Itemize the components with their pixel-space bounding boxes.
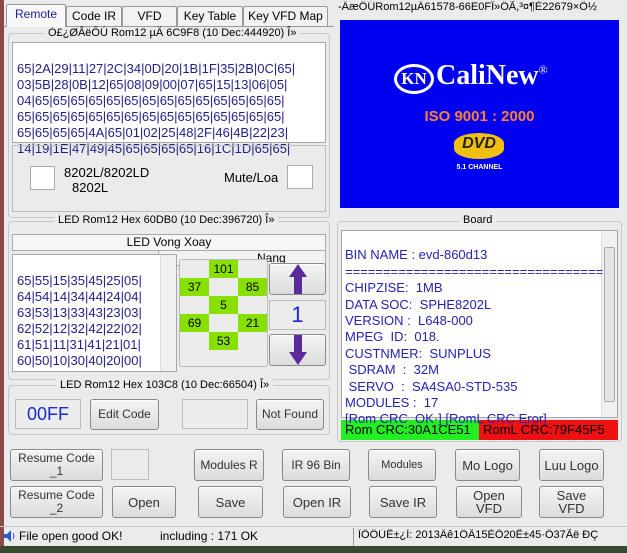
hex-row: 03|5B|28|0B|12|65|08|09|00|07|65|15|13|0…: [17, 77, 288, 92]
segment-bottom[interactable]: 53: [209, 332, 238, 350]
segment-upper-right[interactable]: 85: [238, 278, 267, 296]
status-separator: [353, 528, 354, 546]
open-ir-button[interactable]: Open IR: [283, 486, 351, 518]
mo-logo-button[interactable]: Mo Logo: [455, 449, 520, 481]
chip-label: 8202L/8202LD 8202L: [64, 165, 149, 195]
dvd-logo: DVD: [454, 133, 504, 159]
board-group-title: Board: [459, 214, 497, 226]
mute-label: Mute/Loa: [224, 170, 279, 185]
logo-iso: ISO 9001 : 2000: [424, 108, 535, 125]
save-vfd-button[interactable]: Save VFD: [539, 486, 604, 518]
chip-checkbox[interactable]: [30, 166, 55, 190]
board-line: MODULES : 17: [345, 394, 439, 410]
not-found-button[interactable]: Not Found: [256, 399, 324, 430]
window-border: [0, 0, 4, 546]
tab-vfd[interactable]: VFD: [122, 6, 177, 26]
board-crc-summary-line: [Rom CRC OK·] [RomL CRC Eror]: [345, 411, 547, 427]
segment-upper-left[interactable]: 37: [180, 278, 209, 296]
mute-checkbox[interactable]: [287, 165, 313, 189]
status-divider: [0, 526, 627, 527]
segment-top[interactable]: 101: [209, 260, 238, 278]
remote-group-title: Ò£¿ØÂëÔÚ Rom12 µÄ 6C9F8 (10 Dec:444920) …: [44, 27, 301, 39]
led-hex-list[interactable]: 65|55|15|35|45|25|05| 64|54|14|34|44|24|0…: [12, 254, 177, 372]
tab-code-ir[interactable]: Code IR: [66, 6, 122, 26]
logo-mark: KN: [394, 64, 434, 94]
board-line: SDRAM : 32M: [345, 362, 439, 378]
open-vfd-button[interactable]: Open VFD: [456, 486, 522, 518]
hex-row: 65|65|65|65|4A|65|01|02|25|48|2F|46|4B|2…: [17, 125, 289, 140]
led-row: 65|55|15|35|45|25|05|: [17, 273, 142, 288]
led-counter: 1: [269, 300, 326, 330]
logo-channel: 5.1 CHANNEL: [456, 164, 503, 171]
led-row: 62|52|12|32|42|22|02|: [17, 321, 142, 336]
logo-brand: CaliNew®: [436, 60, 548, 91]
board-line: CHIPZISE: 1MB: [345, 280, 443, 296]
label: _2: [49, 501, 64, 515]
chip-line2: 8202L: [72, 180, 109, 195]
label: VFD: [558, 501, 585, 516]
remote-hex-list[interactable]: 65|2A|29|11|27|2C|34|0D|20|1B|1F|35|2B|0…: [12, 42, 326, 156]
save-button[interactable]: Save: [198, 486, 263, 518]
hex-row: 65|2A|29|11|27|2C|34|0D|20|1B|1F|35|2B|0…: [17, 61, 296, 76]
board-line: DATA SOC: SPHE8202L: [345, 296, 492, 312]
hex-row: 04|65|65|65|65|65|65|65|65|65|65|65|65|6…: [17, 93, 285, 108]
segment-lower-left[interactable]: 69: [180, 314, 209, 332]
resume-blank-field: [111, 449, 149, 480]
segment-middle[interactable]: 5: [209, 296, 238, 314]
led-group-title: LED Rom12 Hex 60DB0 (10 Dec:396720) Î»: [54, 214, 279, 226]
led-row: 61|51|11|31|41|21|01|: [17, 337, 141, 352]
status-datetime: ÏÖÔÚÊ±¿Ì: 2013Äê1ÔÂ15ÈÕ20Ê±45·Ö37Ãë ÐÇ: [358, 529, 599, 541]
ir-96-bin-button[interactable]: IR 96 Bin: [282, 449, 350, 481]
board-line: SERVO : SA4SA0-STD-535: [345, 378, 518, 394]
board-line: MPEG ID: 018.: [345, 329, 440, 345]
up-button[interactable]: [269, 263, 326, 295]
window-title: -ÄæÖÚRom12µÄ61578-66E0FÎ»ÖÃ,³¤¶È22679×Ö½: [338, 1, 597, 13]
tab-key-table[interactable]: Key Table: [177, 6, 243, 26]
led-list-scrollbar[interactable]: [160, 255, 176, 371]
arrow-up-icon: [288, 264, 307, 294]
tab-remote[interactable]: Remote: [6, 4, 66, 27]
tab-led-vong-xoay[interactable]: LED Vong Xoay: [12, 234, 326, 251]
segment-lower-right[interactable]: 21: [238, 314, 267, 332]
led-row: 64|54|14|34|44|24|04|: [17, 289, 142, 304]
open-button[interactable]: Open: [112, 486, 176, 518]
segment-grid: 101 37 85 5 69 21 53: [179, 259, 268, 367]
edit-code-button[interactable]: Edit Code: [90, 399, 159, 430]
board-line: BIN NAME : evd-860d13: [345, 247, 488, 263]
brand-logo-image: KN CaliNew® ISO 9001 : 2000 DVD 5.1 CHAN…: [340, 20, 619, 208]
chip-line1: 8202L/8202LD: [64, 165, 150, 180]
led-code-display: 00FF: [15, 399, 81, 429]
modules-button[interactable]: Modules: [368, 449, 436, 481]
resume-code-2-button[interactable]: Resume Code _2: [10, 486, 103, 518]
led-row: 63|53|13|33|43|23|03|: [17, 305, 142, 320]
label: VFD: [476, 501, 502, 516]
modules-r-button[interactable]: Modules R: [194, 449, 264, 481]
led-row: 60|50|10|30|40|20|00|: [17, 353, 142, 368]
board-line: VERSION : L648-000: [345, 312, 473, 328]
desktop-background: [0, 546, 627, 553]
status-message: File open good OK!: [19, 529, 123, 543]
hex-row: 65|65|65|65|65|65|65|65|65|65|65|65|65|6…: [17, 109, 285, 124]
save-ir-button[interactable]: Save IR: [369, 486, 437, 518]
down-button[interactable]: [269, 334, 326, 366]
led2-group-title: LED Rom12 Hex 103C8 (10 Dec:66504) Î»: [56, 379, 274, 391]
resume-code-1-button[interactable]: Resume Code _1: [10, 449, 103, 481]
luu-logo-button[interactable]: Luu Logo: [539, 449, 604, 481]
led-blank-field: [182, 399, 248, 429]
board-line: CUSTNMER: SUNPLUS: [345, 345, 491, 361]
speaker-icon: [3, 529, 16, 546]
board-line: ===================================: [345, 263, 603, 279]
label: _1: [49, 464, 64, 478]
logo-brand-text: CaliNew: [436, 60, 539, 91]
arrow-down-icon: [288, 335, 307, 365]
status-including: including : 171 OK: [160, 529, 259, 543]
board-info-text[interactable]: BIN NAME : evd-860d13 ===================…: [341, 230, 618, 426]
tab-key-vfd-map[interactable]: Key VFD Map: [243, 6, 328, 26]
